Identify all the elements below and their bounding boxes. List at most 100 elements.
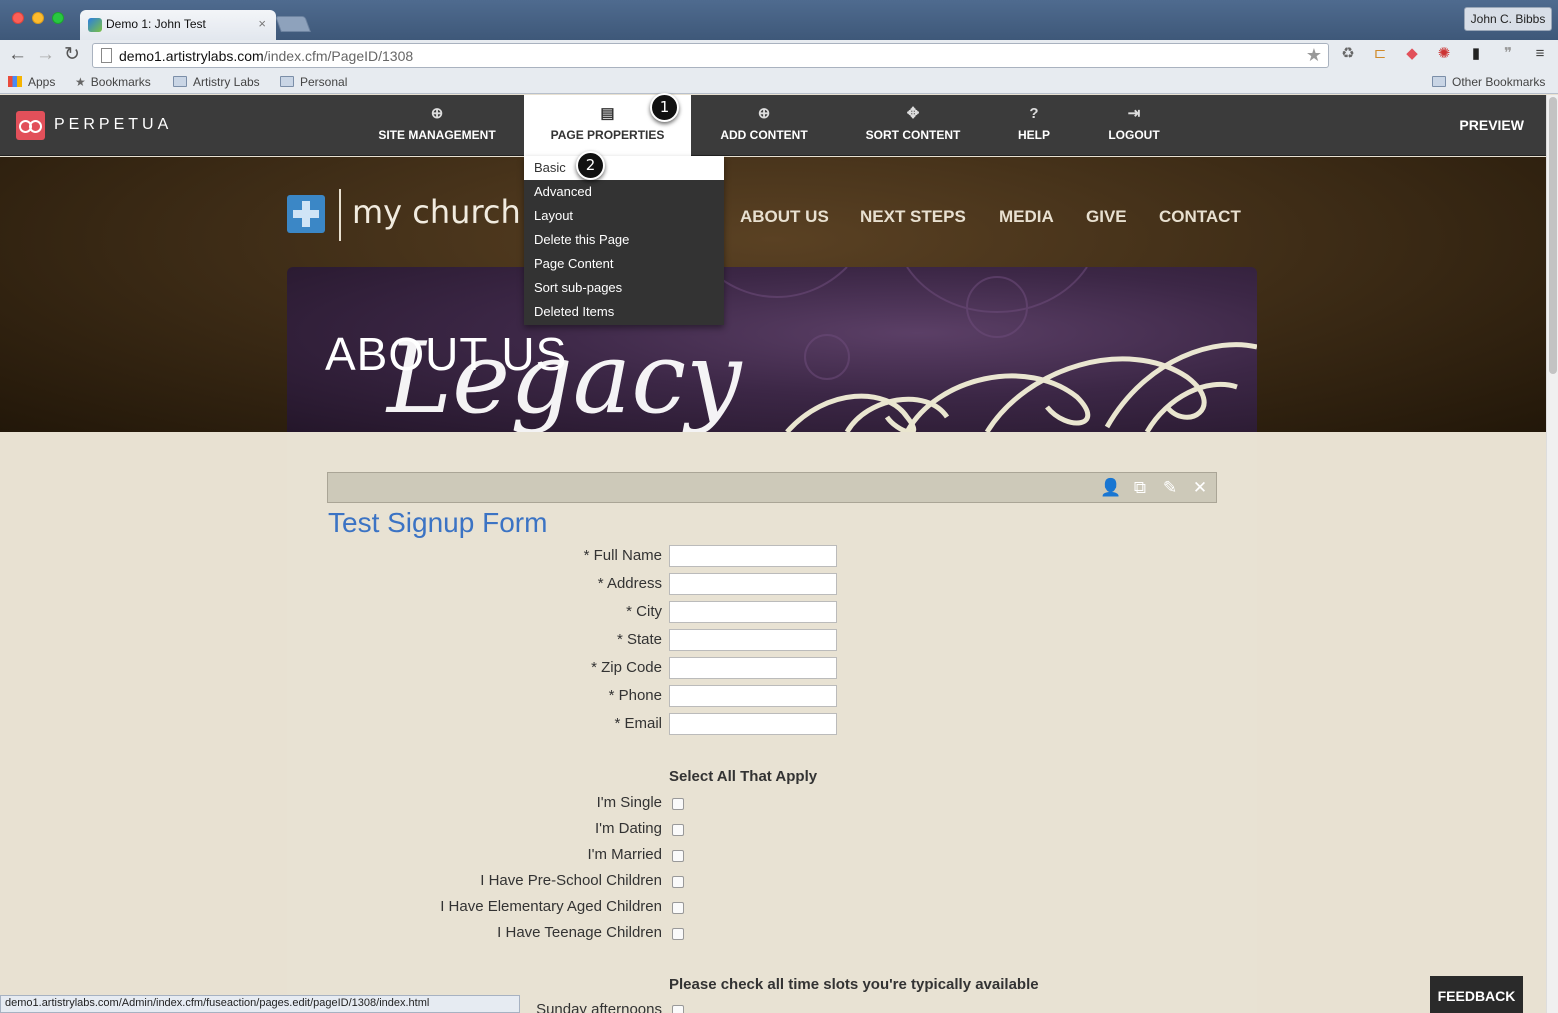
reload-icon[interactable]: ↻ bbox=[64, 43, 80, 67]
field-label-city: * City bbox=[626, 603, 662, 620]
checkbox-label-preschool: I Have Pre-School Children bbox=[480, 872, 662, 889]
checkbox-label-teenage: I Have Teenage Children bbox=[497, 924, 662, 941]
browser-titlebar: Demo 1: John Test × John C. Bibbs bbox=[0, 0, 1558, 40]
logout-icon: ⇥ bbox=[1127, 105, 1141, 122]
single-checkbox[interactable] bbox=[672, 798, 684, 810]
star-icon: ★ bbox=[75, 75, 86, 89]
folder-icon bbox=[1432, 76, 1446, 87]
page-scrollbar[interactable] bbox=[1546, 95, 1558, 1013]
checkbox-label-married: I'm Married bbox=[587, 846, 662, 863]
married-checkbox[interactable] bbox=[672, 850, 684, 862]
tab-close-icon[interactable]: × bbox=[258, 16, 266, 31]
dropdown-item-layout[interactable]: Layout bbox=[524, 204, 724, 228]
church-cross-logo-icon[interactable] bbox=[287, 195, 325, 233]
profile-button[interactable]: John C. Bibbs bbox=[1464, 7, 1552, 31]
state-input[interactable] bbox=[669, 629, 837, 651]
phone-input[interactable] bbox=[669, 685, 837, 707]
close-icon[interactable]: ✕ bbox=[1190, 478, 1210, 498]
callout-2: 2 bbox=[576, 151, 605, 180]
page-properties-dropdown: Basic Advanced Layout Delete this Page P… bbox=[524, 156, 724, 325]
bookmark-star-icon[interactable]: ★ bbox=[1306, 45, 1322, 66]
close-window-button[interactable] bbox=[12, 12, 24, 24]
globe-icon: ⊕ bbox=[430, 105, 444, 122]
preschool-checkbox[interactable] bbox=[672, 876, 684, 888]
color-picker-extension-icon[interactable]: ✺ bbox=[1434, 44, 1454, 64]
tab-title: Demo 1: John Test bbox=[106, 17, 206, 31]
scrollbar-thumb[interactable] bbox=[1549, 97, 1557, 374]
page-banner: Legacy ABOUT US bbox=[287, 267, 1257, 432]
folder-icon bbox=[280, 76, 294, 87]
question-icon: ? bbox=[1029, 105, 1039, 122]
bookmark-personal[interactable]: Personal bbox=[280, 74, 347, 90]
dropdown-item-advanced[interactable]: Advanced bbox=[524, 180, 724, 204]
site-nav-next-steps[interactable]: NEXT STEPS bbox=[860, 207, 966, 227]
field-label-address: * Address bbox=[597, 575, 662, 592]
perpetua-logo-icon bbox=[16, 111, 45, 140]
elementary-checkbox[interactable] bbox=[672, 902, 684, 914]
address-input[interactable] bbox=[669, 573, 837, 595]
checkbox-label-single: I'm Single bbox=[596, 794, 662, 811]
field-label-full-name: * Full Name bbox=[583, 547, 662, 564]
sunday-afternoons-checkbox[interactable] bbox=[672, 1005, 684, 1013]
dropdown-item-page-content[interactable]: Page Content bbox=[524, 252, 724, 276]
bookmark-apps[interactable]: Apps bbox=[8, 74, 55, 90]
back-arrow-icon[interactable]: ← bbox=[8, 43, 27, 67]
page-icon bbox=[101, 48, 112, 63]
edit-pencil-icon[interactable]: ✎ bbox=[1160, 478, 1180, 498]
bookmarks-bar: Apps ★ Bookmarks Artistry Labs Personal O… bbox=[0, 70, 1558, 94]
bookmark-other[interactable]: Other Bookmarks bbox=[1432, 74, 1545, 90]
address-bar[interactable]: demo1.artistrylabs.com/index.cfm/PageID/… bbox=[92, 43, 1329, 68]
dropdown-item-sort-subpages[interactable]: Sort sub-pages bbox=[524, 276, 724, 300]
field-label-state: * State bbox=[616, 631, 662, 648]
site-nav-about-us[interactable]: ABOUT US bbox=[740, 207, 829, 227]
forward-arrow-icon[interactable]: → bbox=[36, 43, 55, 67]
tab-favicon-icon bbox=[88, 18, 102, 32]
site-nav-media[interactable]: MEDIA bbox=[999, 207, 1054, 227]
menu-icon[interactable]: ≡ bbox=[1530, 44, 1550, 64]
admin-sort-content[interactable]: ✥ SORT CONTENT bbox=[858, 95, 968, 156]
email-input[interactable] bbox=[669, 713, 837, 735]
admin-help[interactable]: ? HELP bbox=[1010, 95, 1058, 156]
dating-checkbox[interactable] bbox=[672, 824, 684, 836]
mobile-extension-icon[interactable]: ▮ bbox=[1466, 44, 1486, 64]
bookmark-bookmarks[interactable]: ★ Bookmarks bbox=[75, 74, 151, 90]
city-input[interactable] bbox=[669, 601, 837, 623]
logo-divider bbox=[339, 189, 341, 241]
teenage-checkbox[interactable] bbox=[672, 928, 684, 940]
dropdown-item-delete-page[interactable]: Delete this Page bbox=[524, 228, 724, 252]
browser-toolbar: ← → ↻ demo1.artistrylabs.com/index.cfm/P… bbox=[0, 40, 1558, 70]
recycle-extension-icon[interactable]: ♻ bbox=[1338, 44, 1358, 64]
field-label-zip-code: * Zip Code bbox=[591, 659, 662, 676]
preview-button[interactable]: PREVIEW bbox=[1459, 117, 1524, 133]
quote-extension-icon[interactable]: ❞ bbox=[1498, 44, 1518, 64]
field-label-email: * Email bbox=[614, 715, 662, 732]
dropdown-item-basic[interactable]: Basic bbox=[524, 156, 724, 180]
browser-tab[interactable]: Demo 1: John Test × bbox=[80, 10, 276, 40]
ruler-extension-icon[interactable]: ⊏ bbox=[1370, 44, 1390, 64]
full-name-input[interactable] bbox=[669, 545, 837, 567]
copy-icon[interactable]: ⧉ bbox=[1130, 478, 1150, 498]
banner-title: ABOUT US bbox=[325, 328, 568, 380]
checkbox-label-elementary: I Have Elementary Aged Children bbox=[440, 898, 662, 915]
admin-logout[interactable]: ⇥ LOGOUT bbox=[1100, 95, 1168, 156]
user-permissions-icon[interactable]: 👤 bbox=[1100, 478, 1121, 498]
minimize-window-button[interactable] bbox=[32, 12, 44, 24]
bookmark-artistry-labs[interactable]: Artistry Labs bbox=[173, 74, 260, 90]
form-title: Test Signup Form bbox=[328, 507, 548, 538]
url-host: demo1.artistrylabs.com bbox=[119, 48, 264, 64]
perpetua-brand: PERPETUA bbox=[54, 116, 173, 133]
new-tab-button[interactable] bbox=[275, 16, 311, 32]
admin-add-content[interactable]: ⊕ ADD CONTENT bbox=[712, 95, 816, 156]
apps-icon bbox=[8, 76, 22, 87]
site-nav-give[interactable]: GIVE bbox=[1086, 207, 1127, 227]
zip-code-input[interactable] bbox=[669, 657, 837, 679]
feedback-button[interactable]: FEEDBACK bbox=[1430, 976, 1523, 1013]
zoom-window-button[interactable] bbox=[52, 12, 64, 24]
site-logo-text[interactable]: my church bbox=[352, 193, 521, 231]
site-nav-contact[interactable]: CONTACT bbox=[1159, 207, 1241, 227]
admin-site-management[interactable]: ⊕ SITE MANAGEMENT bbox=[372, 95, 502, 156]
timeslot-heading: Please check all time slots you're typic… bbox=[669, 976, 1039, 993]
dropdown-item-deleted-items[interactable]: Deleted Items bbox=[524, 300, 724, 324]
pocket-extension-icon[interactable]: ◆ bbox=[1402, 44, 1422, 64]
checkbox-label-dating: I'm Dating bbox=[594, 820, 662, 837]
